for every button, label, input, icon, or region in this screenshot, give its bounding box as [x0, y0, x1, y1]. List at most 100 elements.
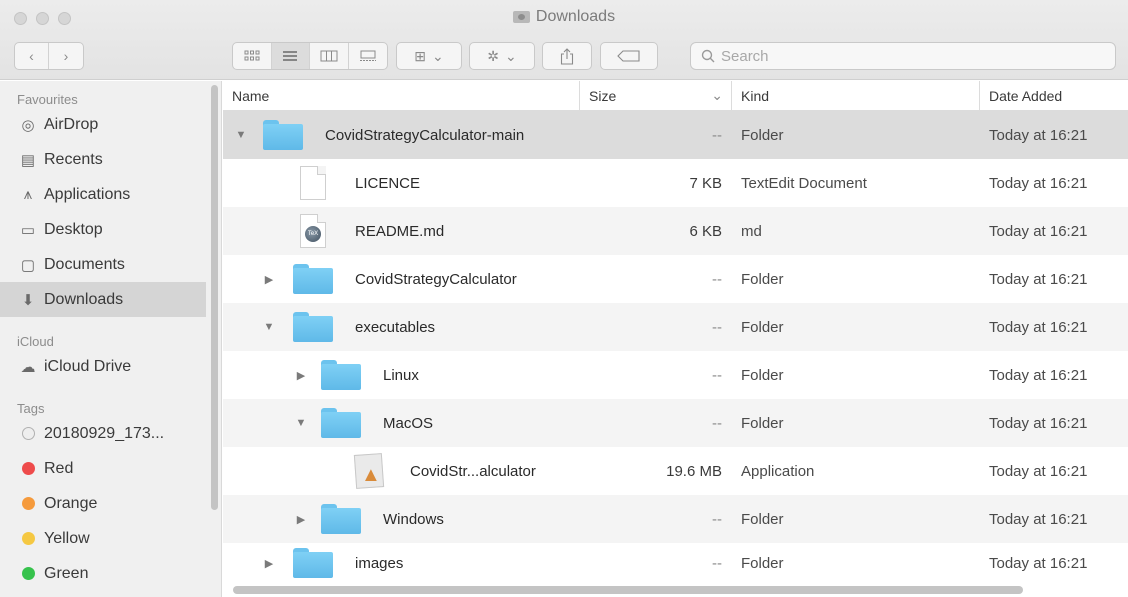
group-by-menu[interactable]: ⊞ ⌄ — [396, 42, 462, 70]
column-date-header[interactable]: Date Added — [980, 81, 1128, 111]
action-button[interactable]: ✲ ⌄ — [470, 43, 534, 69]
window-toolbar: Downloads ‹ › ⊞ ⌄ ✲ ⌄ Search — [0, 0, 1128, 80]
table-row[interactable]: ▶ Windows -- Folder Today at 16:21 — [223, 495, 1128, 543]
icon-view-button[interactable] — [233, 43, 272, 69]
column-size-header[interactable]: Size ⌄ — [580, 80, 732, 111]
sidebar-item-icloud-drive[interactable]: ☁ iCloud Drive — [0, 349, 206, 384]
sidebar-item-label: Green — [44, 564, 89, 582]
navigation-group: ‹ › — [14, 42, 84, 70]
table-row[interactable]: LICENCE 7 KB TextEdit Document Today at … — [223, 159, 1128, 207]
airdrop-icon: ◎ — [21, 116, 35, 134]
window-title-text: Downloads — [535, 8, 616, 25]
file-size: -- — [712, 554, 722, 572]
tag-icon — [617, 50, 640, 62]
sidebar-item-label: Desktop — [44, 220, 103, 238]
group-by-button[interactable]: ⊞ ⌄ — [397, 43, 461, 69]
sidebar-item-downloads[interactable]: ⬇ Downloads — [0, 282, 206, 317]
file-list: Name Size ⌄ Kind Date Added ▼ CovidStrat… — [223, 80, 1128, 597]
sidebar-item-recents[interactable]: ▤ Recents — [0, 142, 206, 177]
downloads-folder-icon — [512, 11, 530, 23]
disclosure-expanded-icon[interactable]: ▼ — [233, 129, 249, 141]
file-date-added: Today at 16:21 — [989, 126, 1088, 144]
table-row[interactable]: ▲ CovidStr...alculator 19.6 MB Applicati… — [223, 447, 1128, 495]
forward-button[interactable]: › — [49, 43, 83, 69]
file-size: 6 KB — [689, 222, 722, 240]
back-button[interactable]: ‹ — [15, 43, 50, 69]
table-row[interactable]: ▼ MacOS -- Folder Today at 16:21 — [223, 399, 1128, 447]
sidebar: Favourites ◎ AirDrop ▤ Recents ⩚ Applica… — [0, 81, 222, 597]
search-input[interactable] — [721, 47, 1101, 65]
sidebar-item-tag-20180929[interactable]: 20180929_173... — [0, 416, 206, 451]
sidebar-item-label: iCloud Drive — [44, 357, 132, 375]
applications-icon: ⩚ — [23, 186, 33, 203]
file-size: -- — [712, 414, 722, 432]
search-field[interactable] — [690, 42, 1116, 70]
sidebar-item-tag-orange[interactable]: Orange — [0, 486, 206, 521]
share-button[interactable] — [543, 43, 591, 69]
file-name: README.md — [355, 222, 445, 240]
sidebar-scrollbar[interactable] — [211, 85, 218, 510]
file-name: LICENCE — [355, 174, 421, 192]
disclosure-collapsed-icon[interactable]: ▶ — [293, 513, 309, 526]
file-kind: Folder — [741, 414, 784, 432]
column-view-icon — [320, 50, 338, 62]
sidebar-item-desktop[interactable]: ▭ Desktop — [0, 212, 206, 247]
disclosure-collapsed-icon[interactable]: ▶ — [261, 273, 277, 286]
table-row[interactable]: ▶ Linux -- Folder Today at 16:21 — [223, 351, 1128, 399]
table-row[interactable]: ▼ executables -- Folder Today at 16:21 — [223, 303, 1128, 351]
sidebar-item-applications[interactable]: ⩚ Applications — [0, 177, 206, 212]
file-kind: Application — [741, 462, 815, 480]
tag-menu[interactable] — [600, 42, 658, 70]
sidebar-item-tag-green[interactable]: Green — [0, 556, 206, 591]
text-document-icon — [300, 166, 326, 200]
gallery-view-button[interactable] — [349, 43, 387, 69]
column-view-button[interactable] — [310, 43, 349, 69]
gallery-view-icon — [359, 50, 376, 61]
tag-orange-dot-icon — [21, 497, 35, 510]
folder-icon — [293, 548, 333, 578]
column-kind-header[interactable]: Kind — [732, 80, 980, 111]
action-menu[interactable]: ✲ ⌄ — [469, 42, 535, 70]
tex-badge-icon: TeX — [305, 226, 321, 242]
file-date-added: Today at 16:21 — [989, 366, 1088, 384]
disclosure-expanded-icon[interactable]: ▼ — [261, 321, 277, 333]
table-row[interactable]: ▶ images -- Folder Today at 16:21 — [223, 543, 1128, 583]
window-title: Downloads — [0, 8, 1128, 26]
chevron-down-icon: ⌄ — [505, 47, 517, 64]
sidebar-item-documents[interactable]: ▢ Documents — [0, 247, 206, 282]
horizontal-scrollbar[interactable] — [233, 586, 1023, 594]
column-name-header[interactable]: Name — [223, 80, 580, 111]
file-size: -- — [712, 318, 722, 336]
sidebar-item-tag-red[interactable]: Red — [0, 451, 206, 486]
tag-button[interactable] — [601, 43, 657, 69]
file-size: -- — [712, 366, 722, 384]
file-kind: Folder — [741, 510, 784, 528]
file-date-added: Today at 16:21 — [989, 174, 1088, 192]
group-icon: ⊞ — [414, 47, 426, 64]
disclosure-expanded-icon[interactable]: ▼ — [293, 417, 309, 429]
documents-icon: ▢ — [20, 256, 36, 274]
file-size: 19.6 MB — [666, 462, 722, 480]
disclosure-collapsed-icon[interactable]: ▶ — [293, 369, 309, 382]
sort-chevron-icon: ⌄ — [711, 87, 723, 103]
view-mode-group — [232, 42, 388, 70]
sidebar-item-label: Yellow — [44, 529, 90, 547]
file-date-added: Today at 16:21 — [989, 270, 1088, 288]
list-view-icon — [283, 51, 298, 61]
disclosure-collapsed-icon[interactable]: ▶ — [261, 557, 277, 570]
list-view-button[interactable] — [271, 43, 310, 69]
file-size: -- — [712, 270, 722, 288]
column-header: Name Size ⌄ Kind Date Added — [223, 80, 1128, 111]
table-row[interactable]: ▼ CovidStrategyCalculator-main -- Folder… — [223, 111, 1128, 159]
file-kind: md — [741, 222, 762, 240]
sidebar-item-label: Recents — [44, 150, 103, 168]
share-menu[interactable] — [542, 42, 592, 70]
sidebar-item-airdrop[interactable]: ◎ AirDrop — [0, 107, 206, 142]
sidebar-item-label: Orange — [44, 494, 98, 512]
file-kind: TextEdit Document — [741, 174, 867, 192]
table-row[interactable]: TeX README.md 6 KB md Today at 16:21 — [223, 207, 1128, 255]
sidebar-item-tag-yellow[interactable]: Yellow — [0, 521, 206, 556]
table-row[interactable]: ▶ CovidStrategyCalculator -- Folder Toda… — [223, 255, 1128, 303]
sidebar-heading-icloud: iCloud — [17, 334, 54, 349]
file-kind: Folder — [741, 366, 784, 384]
